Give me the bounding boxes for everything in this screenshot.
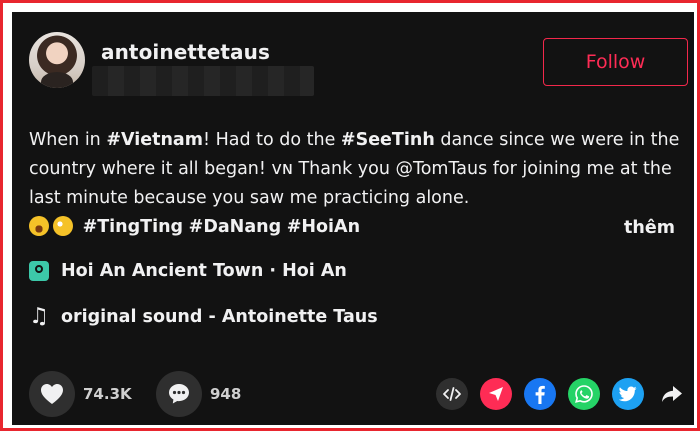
location-row[interactable]: Hoi An Ancient Town · Hoi An [29, 261, 347, 281]
heart-icon [41, 384, 63, 404]
music-row[interactable]: ♫ original sound - Antoinette Taus [29, 304, 378, 329]
nickname-redacted [92, 66, 314, 96]
description-text: When in [29, 130, 107, 150]
video-description: When in #Vietnam! Had to do the #SeeTinh… [29, 126, 689, 242]
hashtag-danang[interactable]: #DaNang [189, 217, 281, 237]
share-arrow-icon [662, 386, 682, 402]
music-note-icon: ♫ [29, 304, 49, 329]
comment-icon [169, 384, 189, 404]
avatar[interactable] [29, 32, 85, 88]
facebook-share-button[interactable] [524, 378, 556, 410]
more-share-button[interactable] [656, 378, 688, 410]
send-to-friend-button[interactable] [480, 378, 512, 410]
like-action[interactable]: 74.3K [29, 371, 132, 417]
comment-count: 948 [210, 385, 242, 403]
music-label: original sound - Antoinette Taus [61, 306, 378, 327]
zany-emoji-icon [53, 216, 73, 236]
comment-action[interactable]: 948 [156, 371, 241, 417]
embed-icon [443, 387, 461, 401]
joy-emoji-icon [29, 216, 49, 236]
twitter-share-button[interactable] [612, 378, 644, 410]
embed-button[interactable] [436, 378, 468, 410]
whatsapp-share-button[interactable] [568, 378, 600, 410]
comment-button[interactable] [156, 371, 202, 417]
hashtag-tingting[interactable]: #TingTing [83, 217, 184, 237]
video-info-card: antoinettetaus Follow When in #Vietnam! … [12, 12, 694, 425]
whatsapp-icon [575, 385, 593, 403]
location-pin-icon [29, 261, 49, 281]
hashtag-vietnam[interactable]: #Vietnam [106, 130, 203, 150]
like-button[interactable] [29, 371, 75, 417]
description-text: ! Had to do the [202, 130, 341, 150]
twitter-icon [619, 386, 637, 402]
send-icon [489, 387, 503, 401]
like-count: 74.3K [83, 385, 132, 403]
see-more-link[interactable]: thêm [624, 218, 675, 238]
hashtag-seetinh[interactable]: #SeeTinh [341, 130, 435, 150]
location-label: Hoi An Ancient Town · Hoi An [61, 261, 347, 281]
facebook-icon [535, 385, 545, 404]
follow-button[interactable]: Follow [543, 38, 688, 86]
hashtag-hoian[interactable]: #HoiAn [287, 217, 360, 237]
highlight-frame: antoinettetaus Follow When in #Vietnam! … [0, 0, 700, 431]
username[interactable]: antoinettetaus [101, 40, 270, 64]
